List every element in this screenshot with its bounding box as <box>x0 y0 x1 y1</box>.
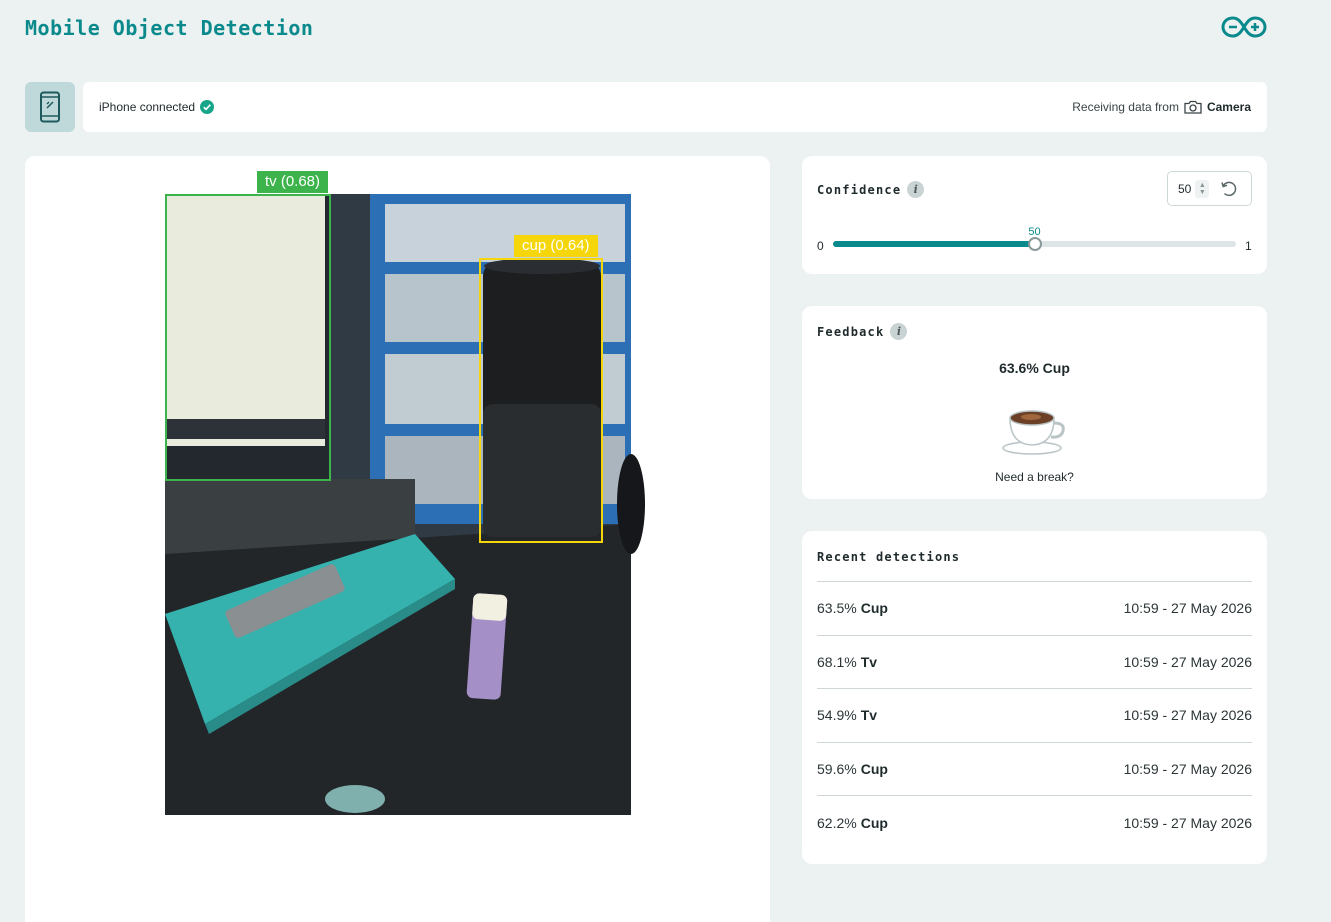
detection-label-cup: cup (0.64) <box>514 235 598 257</box>
check-circle-icon <box>200 100 215 114</box>
list-item: 63.5% Cup 10:59 - 27 May 2026 <box>817 581 1252 635</box>
detection-time: 10:59 - 27 May 2026 <box>1123 814 1252 831</box>
connection-label: iPhone connected <box>99 100 196 114</box>
detection-time: 10:59 - 27 May 2026 <box>1123 761 1252 778</box>
recent-detections-title: Recent detections <box>817 550 961 564</box>
info-icon[interactable]: i <box>890 323 908 340</box>
list-item: 59.6% Cup 10:59 - 27 May 2026 <box>817 741 1252 796</box>
detection-pct: 68.1% <box>817 653 857 670</box>
detection-time: 10:59 - 27 May 2026 <box>1123 707 1252 724</box>
chevron-down-icon[interactable]: ▼ <box>1199 189 1206 196</box>
detection-time: 10:59 - 27 May 2026 <box>1123 600 1252 617</box>
feedback-title: Feedback <box>817 324 885 339</box>
confidence-slider-thumb[interactable] <box>1027 237 1042 251</box>
list-item: 54.9% Tv 10:59 - 27 May 2026 <box>817 688 1252 742</box>
list-item: 62.2% Cup 10:59 - 27 May 2026 <box>817 795 1252 849</box>
confidence-slider-fill <box>833 241 1035 247</box>
connection-status-bar: iPhone connected Receiving data from Cam… <box>83 82 1267 132</box>
detection-pct: 59.6% <box>817 761 857 778</box>
arduino-logo-icon[interactable] <box>1221 15 1267 39</box>
video-panel: tv (0.68) cup (0.64) <box>25 156 770 922</box>
source-label: Camera <box>1206 100 1251 114</box>
recent-detections-card: Recent detections 63.5% Cup 10:59 - 27 Ma… <box>802 531 1267 864</box>
detection-time: 10:59 - 27 May 2026 <box>1123 653 1252 670</box>
detection-label: Cup <box>860 600 888 617</box>
feedback-result: 63.6% Cup <box>999 360 1070 376</box>
detection-box-tv <box>165 194 331 481</box>
feedback-card: Feedback i 63.6% Cup Need a break? <box>802 306 1267 499</box>
device-badge <box>25 82 75 132</box>
receiving-label: Receiving data from <box>1072 100 1179 114</box>
slider-max-label: 1 <box>1245 239 1252 253</box>
confidence-card: Confidence i 50 ▲ ▼ 0 50 1 <box>802 156 1267 274</box>
detection-label-tv: tv (0.68) <box>257 171 329 193</box>
detection-pct: 63.5% <box>817 600 857 617</box>
slider-min-label: 0 <box>817 239 824 253</box>
reset-button[interactable] <box>1219 179 1239 199</box>
feedback-message: Need a break? <box>995 470 1074 484</box>
confidence-input[interactable]: 50 ▲ ▼ <box>1167 171 1252 206</box>
detection-pct: 62.2% <box>817 814 857 831</box>
detection-pct: 54.9% <box>817 707 857 724</box>
chevron-up-icon[interactable]: ▲ <box>1199 182 1206 189</box>
detection-label: Cup <box>860 814 888 831</box>
app-title: Mobile Object Detection <box>25 16 314 40</box>
recent-detections-list: 63.5% Cup 10:59 - 27 May 2026 68.1% Tv 10:… <box>817 581 1252 849</box>
info-icon[interactable]: i <box>907 181 925 198</box>
detection-label: Tv <box>860 653 878 670</box>
list-item: 68.1% Tv 10:59 - 27 May 2026 <box>817 634 1252 689</box>
detection-box-cup <box>479 258 603 543</box>
coffee-cup-icon <box>1002 410 1065 455</box>
confidence-title: Confidence <box>817 182 902 197</box>
phone-icon <box>40 91 60 123</box>
camera-icon <box>1184 100 1202 114</box>
confidence-stepper[interactable]: ▲ ▼ <box>1195 179 1210 198</box>
reset-icon <box>1221 181 1237 196</box>
detection-label: Cup <box>860 761 888 778</box>
confidence-value[interactable]: 50 <box>1178 182 1191 196</box>
detection-label: Tv <box>860 707 878 724</box>
confidence-slider[interactable]: 50 <box>833 226 1236 251</box>
